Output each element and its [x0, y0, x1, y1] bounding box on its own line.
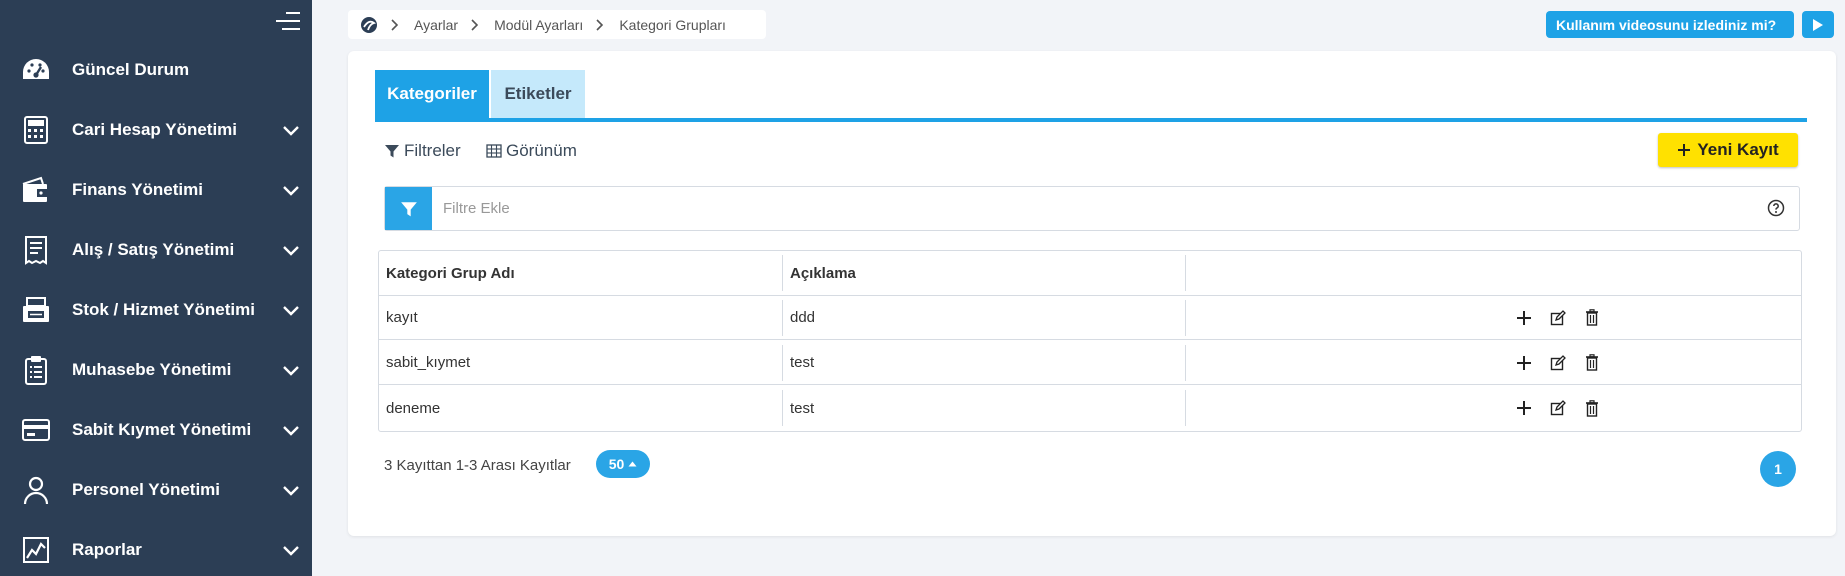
page-size-dropdown[interactable]: 50	[596, 450, 650, 478]
play-video-button[interactable]	[1802, 11, 1834, 38]
trash-icon[interactable]	[1583, 309, 1601, 327]
sidebar-item-muhasebe[interactable]: Muhasebe Yönetimi	[0, 342, 312, 398]
edit-icon[interactable]	[1549, 354, 1567, 372]
row-name: deneme	[386, 399, 441, 417]
new-record-label: Yeni Kayıt	[1697, 140, 1779, 159]
receipt-icon	[20, 234, 52, 266]
record-summary: 3 Kayıttan 1-3 Arası Kayıtlar	[384, 457, 571, 474]
view-button[interactable]: Görünüm	[486, 141, 577, 161]
chevron-down-icon	[280, 419, 302, 441]
edit-icon[interactable]	[1549, 309, 1567, 327]
edit-icon[interactable]	[1549, 399, 1567, 417]
add-icon[interactable]	[1515, 399, 1533, 417]
plus-icon	[1677, 143, 1691, 157]
breadcrumb-item-kategori-gruplari: Kategori Grupları	[619, 16, 726, 33]
category-groups-table: Kategori Grup Adı Açıklama kayıt ddd sab…	[378, 250, 1802, 432]
sidebar-item-label: Finans Yönetimi	[72, 180, 203, 199]
dashboard-gauge-icon	[20, 54, 52, 86]
chevron-right-icon	[595, 18, 605, 31]
home-logo-icon[interactable]	[360, 16, 378, 34]
trash-icon[interactable]	[1583, 354, 1601, 372]
sidebar-item-label: Alış / Satış Yönetimi	[72, 240, 235, 259]
column-header-name[interactable]: Kategori Grup Adı	[386, 251, 515, 295]
filter-bar	[384, 186, 1800, 231]
credit-card-icon	[20, 414, 52, 446]
breadcrumb: Ayarlar Modül Ayarları Kategori Grupları	[348, 10, 766, 39]
menu-toggle-icon[interactable]	[276, 12, 300, 32]
stock-box-icon	[20, 294, 52, 326]
sidebar-item-raporlar[interactable]: Raporlar	[0, 522, 312, 576]
chevron-right-icon	[470, 18, 480, 31]
sidebar-item-stok-hizmet[interactable]: Stok / Hizmet Yönetimi	[0, 282, 312, 338]
sidebar-item-label: Cari Hesap Yönetimi	[72, 120, 238, 139]
breadcrumb-item-ayarlar[interactable]: Ayarlar	[414, 17, 458, 33]
view-label: Görünüm	[506, 141, 577, 160]
help-circle-icon[interactable]	[1767, 199, 1785, 217]
sidebar-item-label: Sabit Kıymet Yönetimi	[72, 420, 252, 439]
add-icon[interactable]	[1515, 309, 1533, 327]
table-grid-icon	[486, 144, 502, 158]
trash-icon[interactable]	[1583, 399, 1601, 417]
sidebar-item-guncel-durum[interactable]: Güncel Durum	[0, 42, 312, 98]
sidebar-item-finans[interactable]: Finans Yönetimi	[0, 162, 312, 218]
sidebar-item-cari-hesap[interactable]: Cari Hesap Yönetimi	[0, 102, 312, 158]
tab-kategoriler[interactable]: Kategoriler	[375, 70, 489, 118]
filter-input[interactable]	[443, 187, 1743, 230]
video-prompt-button[interactable]: Kullanım videosunu izlediniz mi?	[1546, 11, 1794, 38]
filter-add-button[interactable]	[385, 187, 432, 230]
row-description: test	[790, 399, 815, 417]
column-header-description[interactable]: Açıklama	[790, 251, 856, 295]
sidebar-item-label: Muhasebe Yönetimi	[72, 360, 232, 379]
chevron-down-icon	[280, 299, 302, 321]
add-icon[interactable]	[1515, 354, 1533, 372]
chevron-down-icon	[280, 239, 302, 261]
row-name: kayıt	[386, 309, 418, 326]
sidebar-item-alis-satis[interactable]: Alış / Satış Yönetimi	[0, 222, 312, 278]
filters-label: Filtreler	[404, 141, 461, 160]
tab-etiketler[interactable]: Etiketler	[491, 70, 585, 118]
chevron-right-icon	[390, 18, 400, 31]
table-row: deneme test	[379, 386, 1801, 430]
filters-button[interactable]: Filtreler	[384, 141, 461, 161]
person-icon	[20, 474, 52, 506]
chevron-down-icon	[280, 479, 302, 501]
wallet-icon	[20, 174, 52, 206]
report-chart-icon	[20, 534, 52, 566]
row-description: test	[790, 354, 815, 371]
sidebar-item-personel[interactable]: Personel Yönetimi	[0, 462, 312, 518]
sidebar-item-sabit-kiymet[interactable]: Sabit Kıymet Yönetimi	[0, 402, 312, 458]
table-header-row: Kategori Grup Adı Açıklama	[379, 251, 1801, 296]
sidebar-item-label: Stok / Hizmet Yönetimi	[72, 300, 255, 319]
funnel-icon	[400, 200, 418, 218]
tab-bar: Kategoriler Etiketler	[375, 70, 1807, 122]
page-size-value: 50	[608, 456, 625, 472]
table-row: kayıt ddd	[379, 296, 1801, 340]
sidebar-item-label: Güncel Durum	[72, 60, 190, 79]
breadcrumb-item-modul-ayarlari[interactable]: Modül Ayarları	[494, 17, 583, 33]
sidebar: Güncel Durum Cari Hesap Yönetimi Finans …	[0, 0, 312, 576]
content-card: Kategoriler Etiketler Filtreler Görünüm …	[348, 51, 1836, 536]
calculator-icon	[20, 114, 52, 146]
new-record-button[interactable]: Yeni Kayıt	[1658, 133, 1798, 167]
clipboard-icon	[20, 354, 52, 386]
funnel-icon	[384, 143, 400, 159]
page-number-button[interactable]: 1	[1760, 451, 1796, 487]
chevron-down-icon	[280, 359, 302, 381]
chevron-down-icon	[280, 119, 302, 141]
row-name: sabit_kıymet	[386, 354, 471, 371]
play-icon	[1812, 18, 1824, 32]
row-description: ddd	[790, 309, 816, 326]
sidebar-item-label: Personel Yönetimi	[72, 480, 221, 499]
chevron-down-icon	[280, 179, 302, 201]
sidebar-item-label: Raporlar	[72, 540, 142, 559]
caret-up-icon	[628, 461, 637, 467]
table-row: sabit_kıymet test	[379, 341, 1801, 385]
chevron-down-icon	[280, 539, 302, 561]
